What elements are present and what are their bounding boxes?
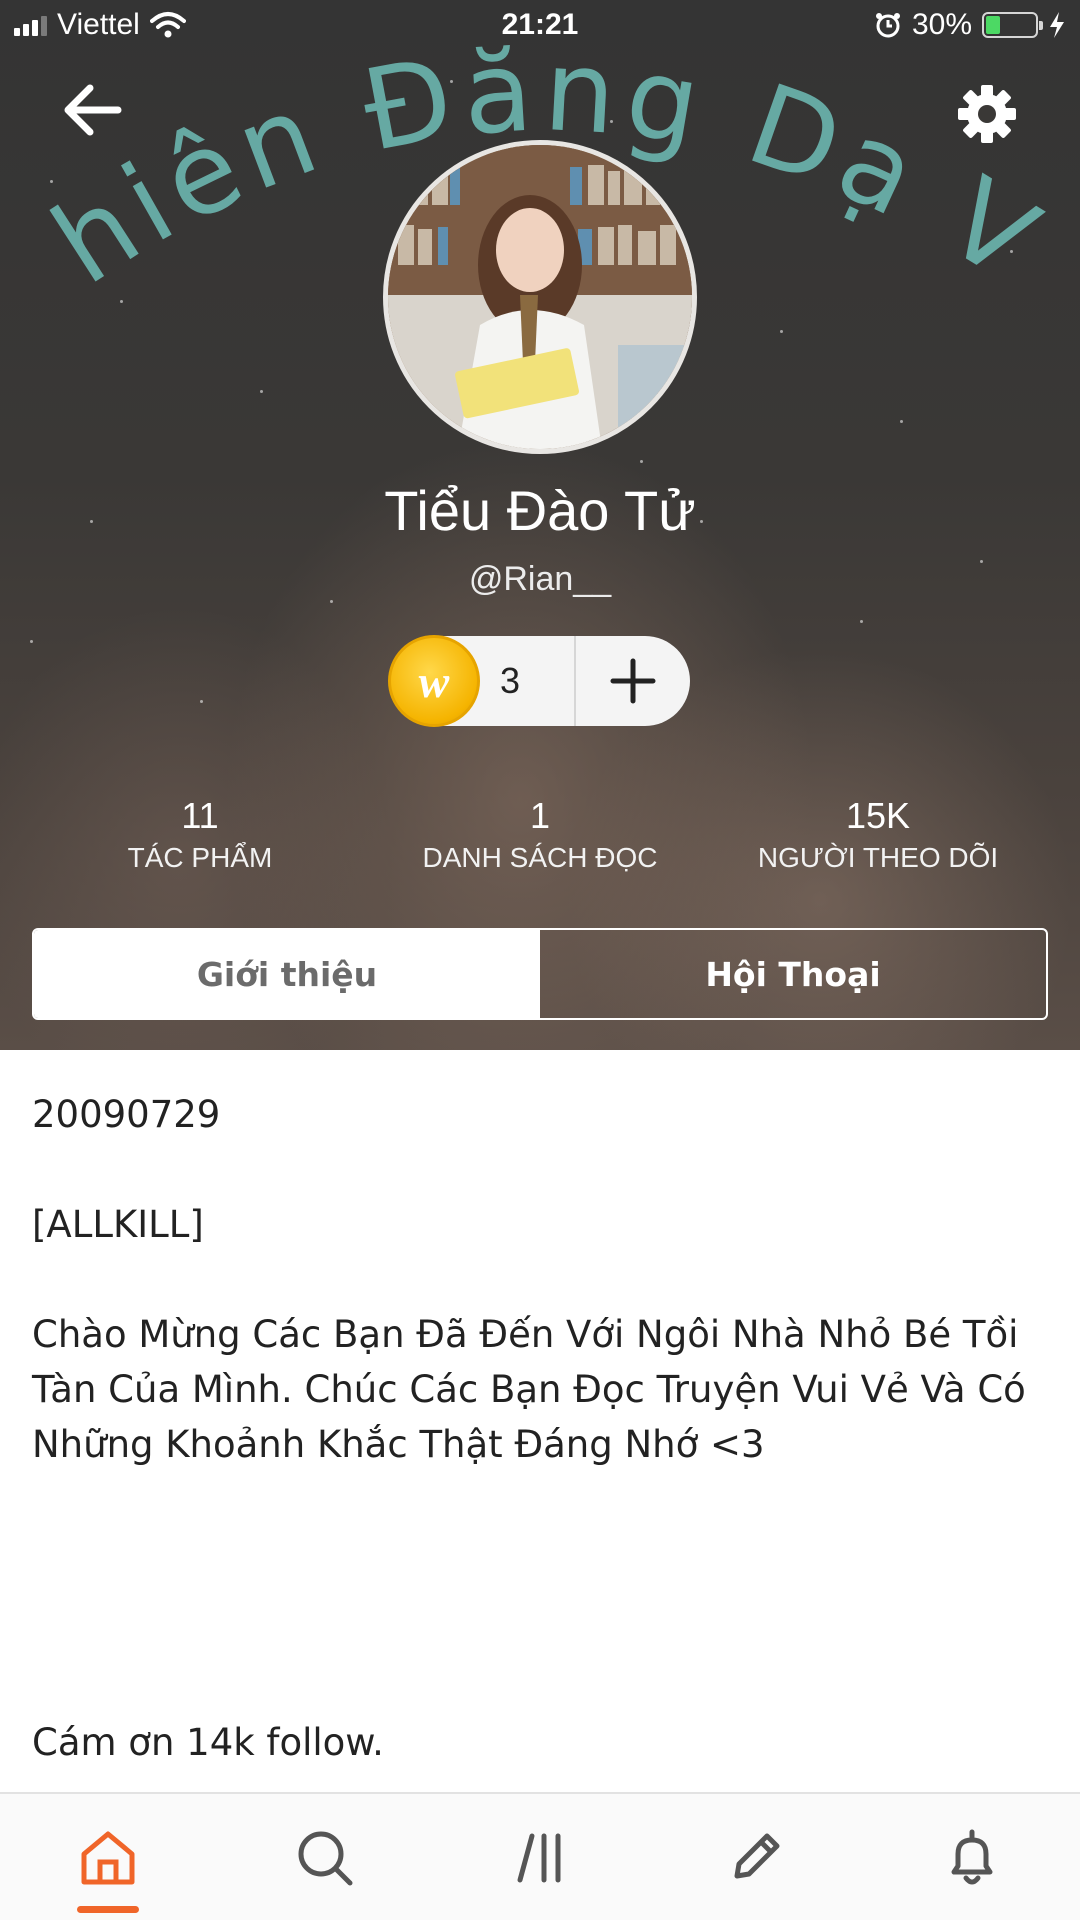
bottom-navigation: [0, 1792, 1080, 1920]
about-text-paragraph: Chào Mừng Các Bạn Đã Đến Với Ngôi Nhà Nh…: [32, 1313, 1026, 1466]
search-icon: [298, 1831, 353, 1886]
home-icon: [81, 1831, 135, 1885]
about-text-line: Cám ơn 14k follow.: [32, 1721, 384, 1764]
nav-notifications[interactable]: [912, 1794, 1032, 1922]
coin-count: 3: [500, 660, 521, 701]
back-button[interactable]: [60, 80, 130, 140]
stat-reading-lists[interactable]: 1 DANH SÁCH ĐỌC: [390, 795, 690, 879]
about-text-line: 20090729: [32, 1093, 221, 1136]
plus-icon: [610, 658, 656, 704]
stat-works-value: 11: [181, 795, 219, 836]
profile-header: Thiên Đăng Dạ Vũ Viettel 21:21 30%: [0, 0, 1080, 1050]
profile-tabs: Giới thiệu Hội Thoại: [32, 928, 1048, 1020]
about-text-line: [ALLKILL]: [32, 1203, 204, 1246]
active-tab-indicator: [77, 1906, 139, 1913]
stat-reading-lists-label: DANH SÁCH ĐỌC: [422, 842, 658, 873]
stat-followers[interactable]: 15K NGƯỜI THEO DÕI: [728, 795, 1028, 879]
profile-stats: 11 TÁC PHẨM 1 DANH SÁCH ĐỌC 15K NGƯỜI TH…: [0, 795, 1080, 885]
gear-icon: [958, 85, 1016, 143]
stat-works[interactable]: 11 TÁC PHẨM: [50, 795, 350, 879]
coin-icon: w: [388, 635, 480, 727]
display-name: Tiểu Đào Tử: [384, 479, 696, 542]
notifications-icon: [951, 1829, 993, 1885]
charging-icon: [1050, 12, 1064, 38]
battery-icon: [982, 12, 1043, 38]
tab-about[interactable]: Giới thiệu: [34, 930, 540, 1018]
tab-conversation[interactable]: Hội Thoại: [540, 930, 1046, 1018]
battery-percent: 30%: [911, 8, 972, 41]
nav-write[interactable]: [695, 1794, 815, 1922]
alarm-icon: [875, 13, 900, 38]
back-arrow-icon: [64, 84, 122, 136]
write-icon: [734, 1833, 780, 1879]
coin-balance-pill: w 3: [388, 635, 690, 727]
username: @Rian__: [468, 560, 612, 598]
stat-followers-label: NGƯỜI THEO DÕI: [757, 842, 999, 873]
nav-search[interactable]: [265, 1794, 385, 1922]
status-bar: Viettel 21:21 30%: [0, 0, 1080, 54]
avatar-photo: [388, 145, 692, 449]
nav-home[interactable]: [48, 1794, 168, 1922]
nav-library[interactable]: [482, 1794, 602, 1922]
stat-followers-value: 15K: [845, 795, 911, 836]
settings-button[interactable]: [955, 82, 1019, 146]
profile-avatar[interactable]: [383, 140, 697, 454]
coin-icon-letter: w: [418, 655, 450, 707]
add-coins-button[interactable]: [576, 636, 690, 726]
stat-works-label: TÁC PHẨM: [127, 842, 273, 873]
stat-reading-lists-value: 1: [529, 795, 551, 836]
library-icon: [517, 1833, 561, 1883]
